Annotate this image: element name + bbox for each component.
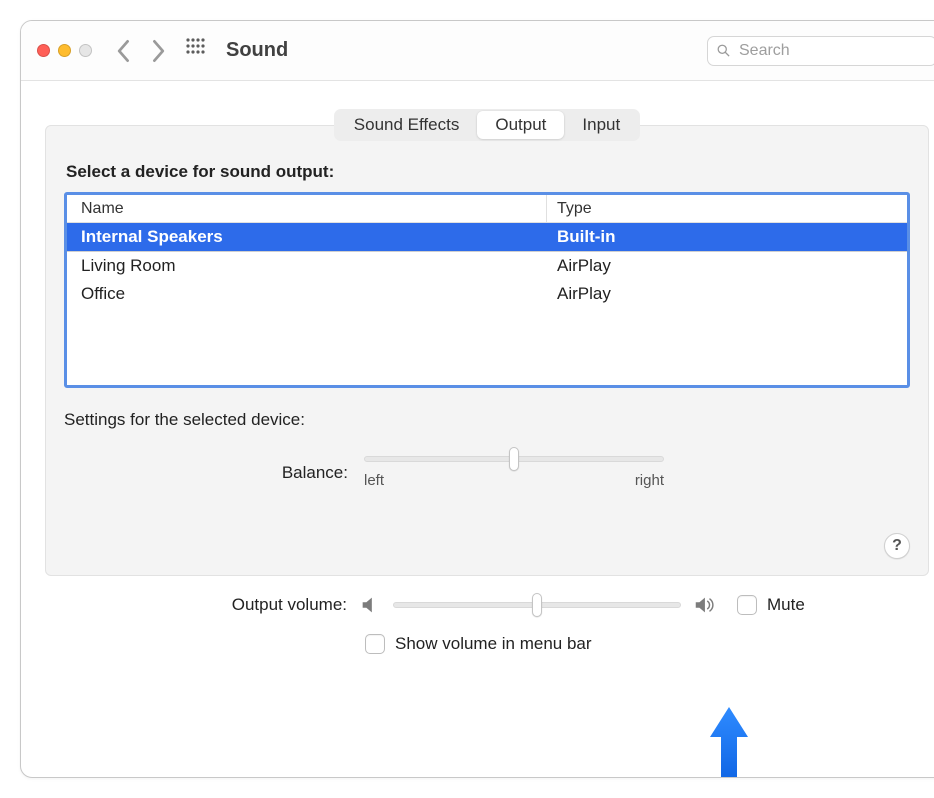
device-name: Living Room [67, 256, 547, 276]
show-all-prefs-button[interactable] [184, 36, 226, 65]
balance-right-label: right [635, 472, 664, 489]
column-header-name[interactable]: Name [67, 195, 547, 222]
device-row[interactable]: Office AirPlay [67, 280, 907, 308]
balance-left-label: left [364, 472, 384, 489]
device-table-body: Internal Speakers Built-in Living Room A… [67, 223, 907, 385]
column-header-type[interactable]: Type [547, 195, 907, 222]
search-icon [716, 43, 731, 58]
show-in-menubar-checkbox[interactable] [365, 634, 385, 654]
device-name: Internal Speakers [67, 227, 547, 247]
window-title: Sound [226, 39, 288, 62]
output-volume-row: Output volume: Mute [69, 594, 905, 616]
output-device-table: Name Type Internal Speakers Built-in Liv… [64, 192, 910, 388]
tab-sound-effects[interactable]: Sound Effects [336, 111, 478, 139]
device-type: AirPlay [547, 284, 907, 304]
nav-arrows [116, 39, 166, 63]
mute-label: Mute [767, 595, 805, 615]
fullscreen-window-button[interactable] [79, 44, 92, 57]
speaker-low-icon [359, 594, 381, 616]
window-body: Sound Effects Output Input Select a devi… [21, 81, 934, 777]
back-button[interactable] [116, 39, 132, 63]
show-in-menubar-label: Show volume in menu bar [395, 634, 592, 654]
volume-slider-thumb[interactable] [532, 593, 542, 617]
window-toolbar: Sound [21, 21, 934, 81]
device-type: AirPlay [547, 256, 907, 276]
output-panel: Select a device for sound output: Name T… [45, 125, 929, 576]
output-volume-label: Output volume: [69, 595, 347, 615]
tab-output[interactable]: Output [477, 111, 564, 139]
traffic-lights [37, 44, 92, 57]
tab-input[interactable]: Input [564, 111, 638, 139]
balance-label: Balance: [64, 463, 364, 483]
show-in-menubar-row: Show volume in menu bar [69, 634, 905, 654]
speaker-high-icon [693, 594, 715, 616]
device-type: Built-in [547, 227, 907, 247]
mute-control: Mute [737, 595, 805, 615]
balance-control: Balance: left right [64, 456, 910, 489]
search-field[interactable] [707, 36, 934, 66]
help-button[interactable]: ? [884, 533, 910, 559]
sound-tabs: Sound Effects Output Input [334, 109, 640, 141]
minimize-window-button[interactable] [58, 44, 71, 57]
close-window-button[interactable] [37, 44, 50, 57]
forward-button[interactable] [150, 39, 166, 63]
balance-slider-thumb[interactable] [509, 447, 519, 471]
output-volume-slider[interactable] [393, 602, 681, 608]
device-table-header: Name Type [67, 195, 907, 223]
settings-for-device-label: Settings for the selected device: [64, 410, 910, 430]
device-name: Office [67, 284, 547, 304]
balance-tick-labels: left right [364, 472, 664, 489]
search-input[interactable] [737, 41, 934, 61]
balance-slider[interactable] [364, 456, 664, 462]
mute-checkbox[interactable] [737, 595, 757, 615]
device-row[interactable]: Internal Speakers Built-in [67, 223, 907, 251]
output-heading: Select a device for sound output: [66, 162, 910, 182]
sound-preferences-window: Sound Sound Effects Output Input Select … [20, 20, 934, 778]
footer-controls: Output volume: Mute S [45, 576, 929, 654]
device-row[interactable]: Living Room AirPlay [67, 252, 907, 280]
